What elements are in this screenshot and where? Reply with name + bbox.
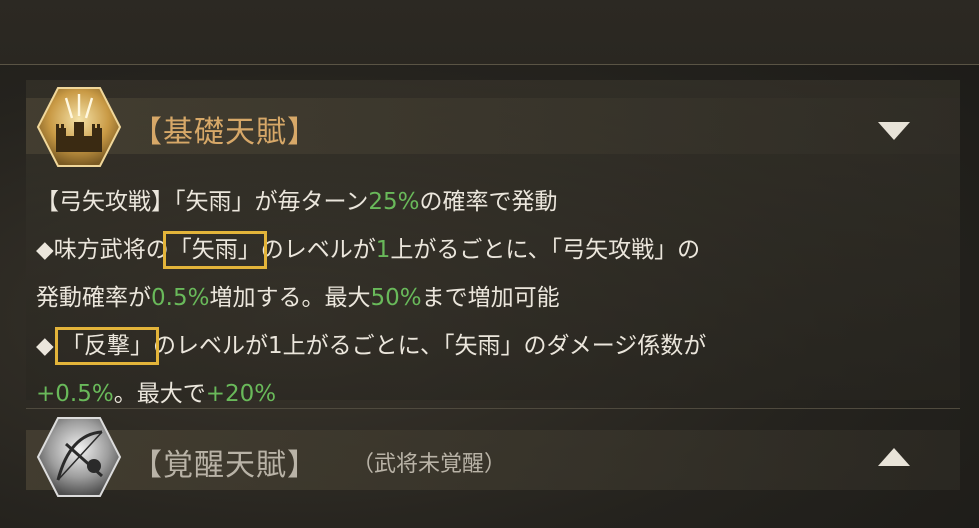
highlighted-skill-name: 「矢雨」 (162, 231, 267, 269)
description-line: ◆味方武将の「矢雨」のレベルが1上がるごとに、「弓矢攻戦」の (36, 226, 946, 274)
description-line: 発動確率が0.5%増加する。最大50%まで増加可能 (36, 274, 946, 322)
description-text: のレベルが1上がるごとに、「矢雨」のダメージ係数が (153, 333, 707, 359)
fortress-icon (36, 87, 122, 167)
value-text: +20% (205, 381, 277, 407)
description-text: まで増加可能 (421, 285, 560, 311)
value-text: 0.5% (151, 285, 210, 311)
talent-title: 【基礎天賦】 (132, 115, 318, 150)
archer-icon (36, 417, 122, 497)
awaken-title: 【覚醒天賦】 (132, 448, 318, 483)
description-text: 増加する。最大 (209, 285, 371, 311)
description-text: 発動確率が (36, 285, 151, 311)
description-line: +0.5%。最大で+20% (36, 370, 946, 418)
awaken-status-note: （武将未覚醒） (352, 452, 507, 477)
description-text: ◆味方武将の (36, 237, 169, 263)
value-text: 50% (370, 285, 422, 311)
collapse-arrow-icon[interactable] (878, 122, 910, 140)
description-text: 【弓矢攻戦】「矢雨」が毎ターン (36, 189, 369, 215)
description-text: 上がるごとに、「弓矢攻戦」の (390, 237, 701, 263)
description-line: ◆ 「反撃」のレベルが1上がるごとに、「矢雨」のダメージ係数が (36, 322, 946, 370)
top-strip (0, 0, 979, 65)
description-text: の確率で発動 (419, 189, 558, 215)
divider (26, 408, 960, 409)
talent-description: 【弓矢攻戦】「矢雨」が毎ターン25%の確率で発動 ◆味方武将の「矢雨」のレベルが1… (36, 178, 946, 418)
description-text: のレベルが (260, 237, 376, 263)
value-text: 1 (375, 237, 391, 263)
description-text: ◆ (36, 333, 61, 359)
value-text: +0.5% (36, 381, 114, 407)
description-text: 。最大で (113, 381, 206, 407)
highlighted-skill-name: 「反撃」 (55, 327, 159, 365)
expand-arrow-icon[interactable] (878, 448, 910, 466)
description-line: 【弓矢攻戦】「矢雨」が毎ターン25%の確率で発動 (36, 178, 946, 226)
value-text: 25% (368, 189, 420, 215)
